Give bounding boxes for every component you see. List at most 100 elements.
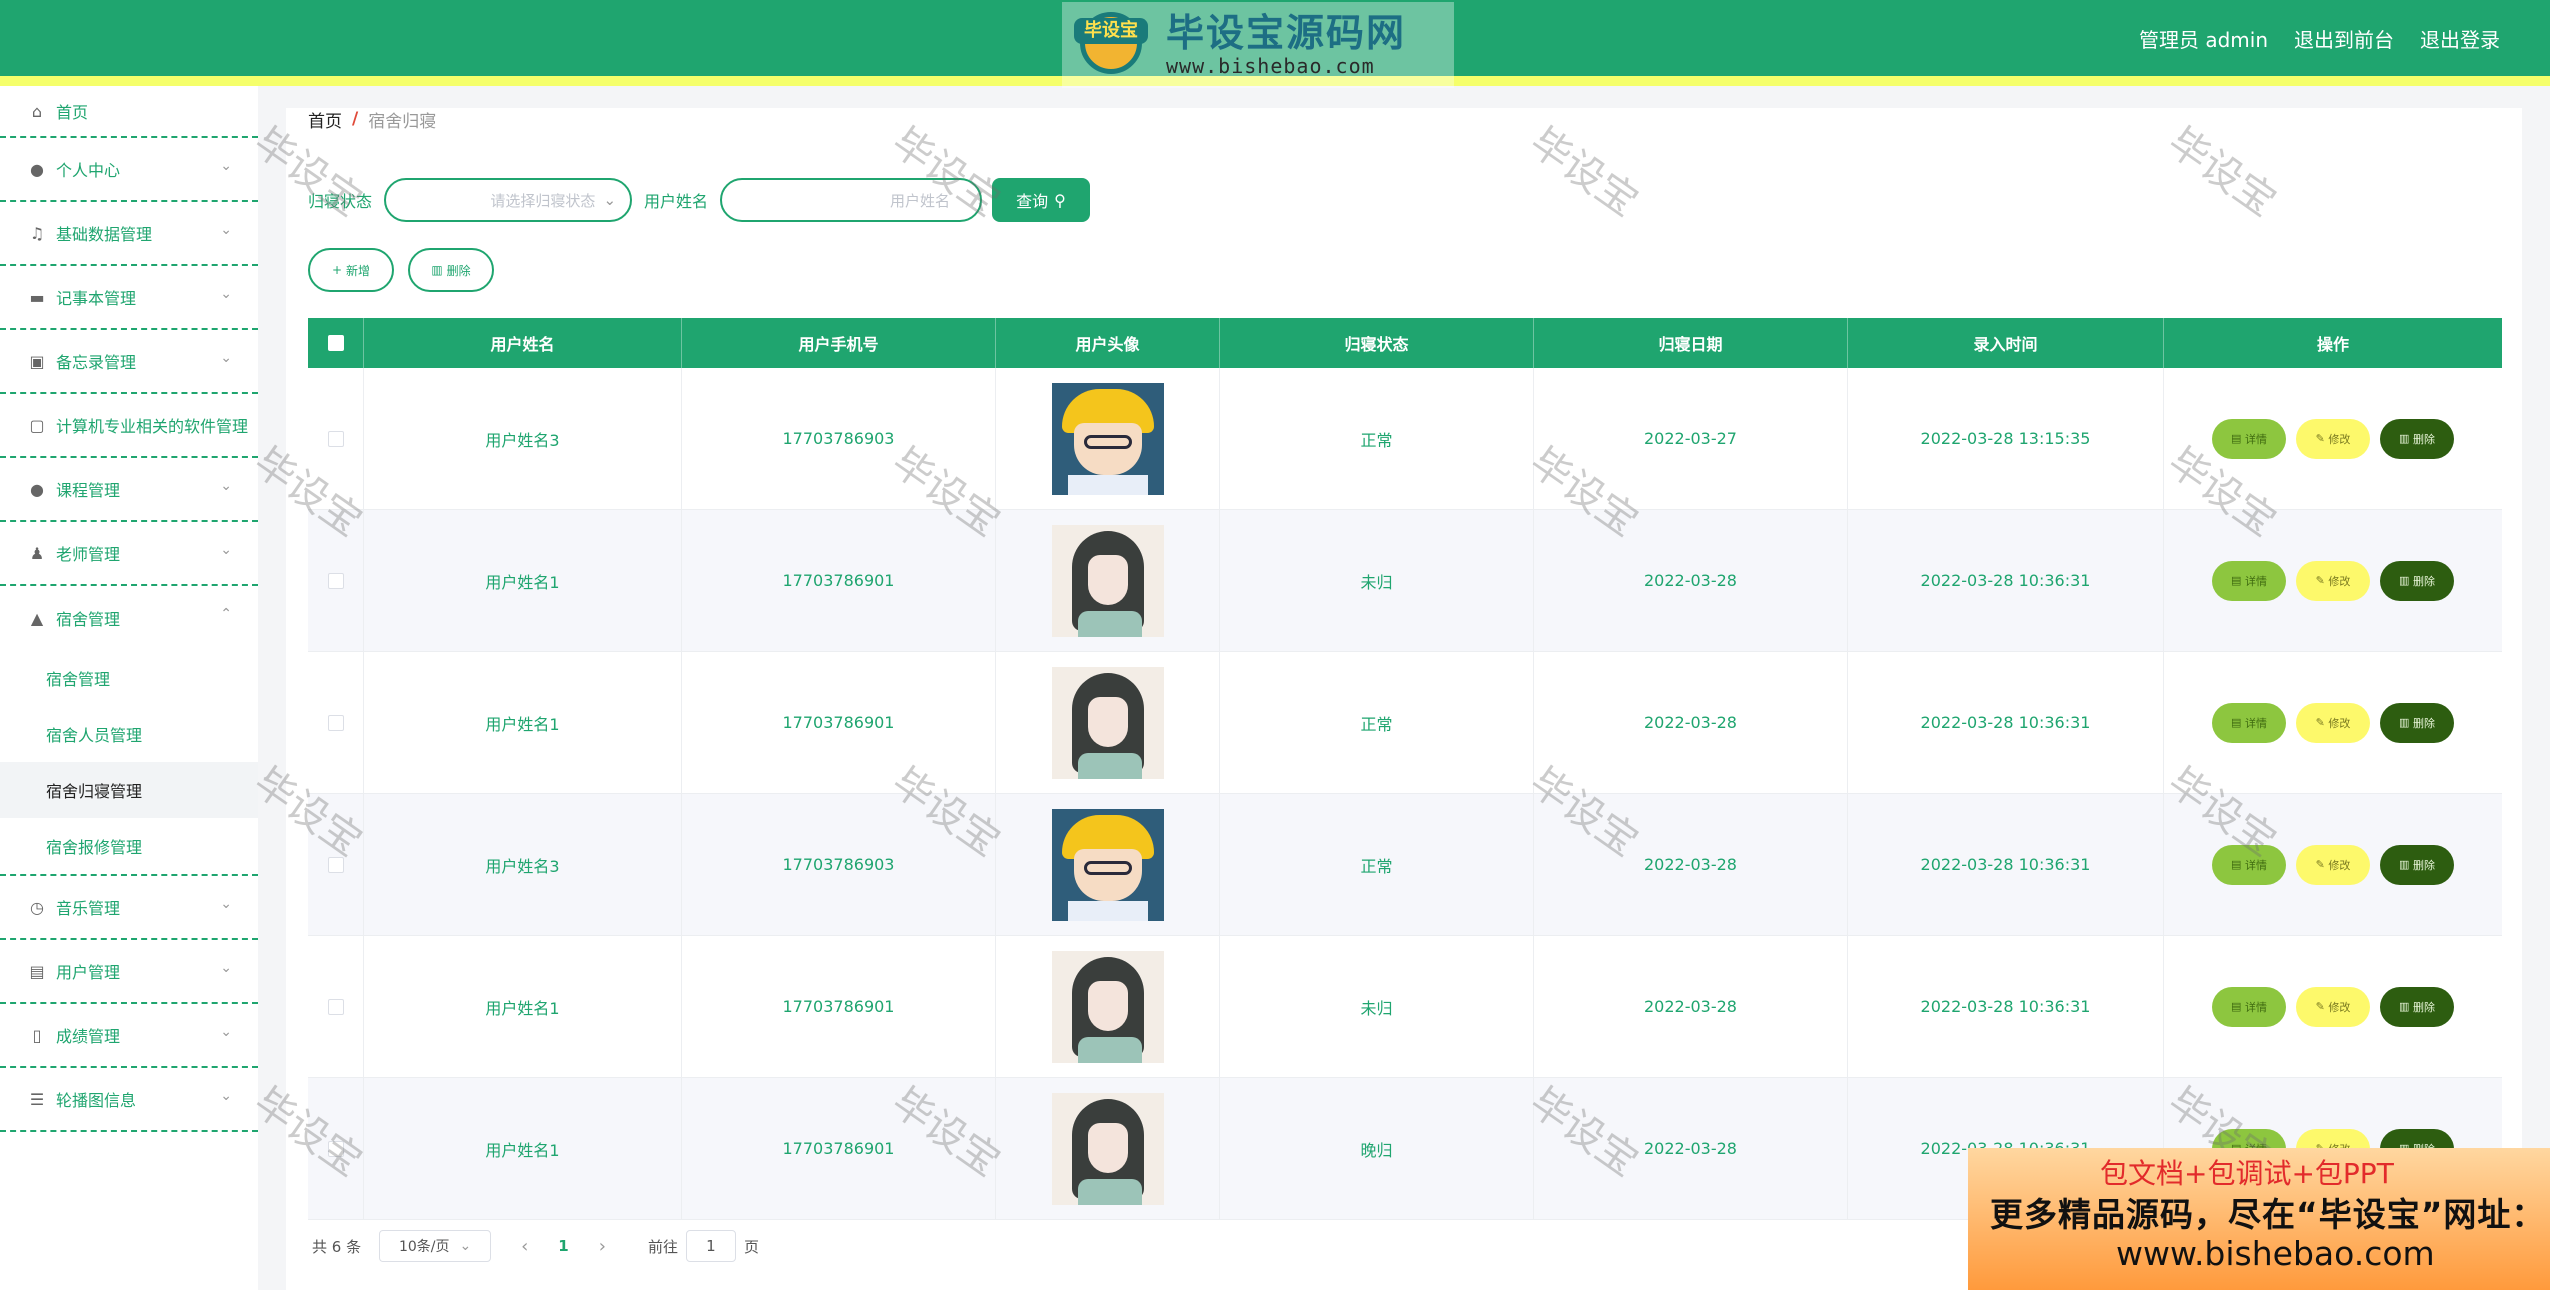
breadcrumb-current: 宿舍归寝 xyxy=(368,111,437,132)
detail-button[interactable]: ▤ 详情 xyxy=(2212,418,2286,459)
cell-phone: 17703786901 xyxy=(682,510,996,651)
bell-off-icon: ♫ xyxy=(29,223,45,243)
table-row: 用户姓名3 17703786903 正常 2022-03-28 2022-03-… xyxy=(308,794,2502,936)
sidebar-item-dorm[interactable]: ▲ 宿舍管理 ⌃ xyxy=(0,586,258,650)
girl-avatar xyxy=(1051,524,1164,637)
page-size-select[interactable]: 10条/页 ⌄ xyxy=(379,1230,492,1262)
edit-label: 修改 xyxy=(2328,1000,2351,1014)
delete-button[interactable]: ▥ 删除 xyxy=(2380,418,2454,459)
sidebar-item-basic-data[interactable]: ♫ 基础数据管理 ⌄ xyxy=(0,202,258,266)
cell-status: 未归 xyxy=(1220,510,1534,651)
cell-name: 用户姓名1 xyxy=(364,652,682,793)
action-buttons: + 新增 ▥ 删除 xyxy=(308,248,494,292)
sidebar-item-notebook[interactable]: ▬ 记事本管理 ⌄ xyxy=(0,266,258,330)
submenu-item-dorm-repair[interactable]: 宿舍报修管理 xyxy=(0,818,258,874)
cell-name: 用户姓名1 xyxy=(364,1078,682,1219)
goto-page: 前往 1 页 xyxy=(648,1230,759,1262)
status-select-placeholder: 请选择归寝状态 xyxy=(490,191,596,210)
breadcrumb-home[interactable]: 首页 xyxy=(308,107,342,132)
trash-icon: ▥ xyxy=(2399,432,2410,445)
table-row: 用户姓名1 17703786901 正常 2022-03-28 2022-03-… xyxy=(308,652,2502,794)
phone-icon: ▯ xyxy=(32,1025,42,1045)
row-checkbox[interactable] xyxy=(327,1140,344,1157)
breadcrumb-separator: / xyxy=(352,109,359,129)
detail-button[interactable]: ▤ 详情 xyxy=(2212,702,2286,743)
delete-button[interactable]: ▥ 删除 xyxy=(2380,560,2454,601)
status-select[interactable]: 请选择归寝状态 ⌄ xyxy=(384,178,633,222)
column-header: 用户手机号 xyxy=(682,318,996,368)
trash-icon: ▥ xyxy=(2399,574,2410,587)
plus-icon: + xyxy=(331,263,343,277)
page-number-current[interactable]: 1 xyxy=(558,1237,568,1255)
delete-button[interactable]: ▥ 删除 xyxy=(2380,702,2454,743)
column-header: 归寝状态 xyxy=(1220,318,1534,368)
detail-label: 详情 xyxy=(2244,1000,2267,1014)
detail-label: 详情 xyxy=(2244,432,2267,446)
search-form: 归寝状态 请选择归寝状态 ⌄ 用户姓名 用户姓名 查询 ⚲ xyxy=(308,178,1091,222)
sidebar-item-label: 课程管理 xyxy=(56,481,121,500)
query-button[interactable]: 查询 ⚲ xyxy=(992,178,1091,222)
cell-phone: 17703786903 xyxy=(682,794,996,935)
add-button[interactable]: + 新增 xyxy=(308,248,394,292)
edit-button[interactable]: ✎ 修改 xyxy=(2296,844,2370,885)
next-page-icon[interactable]: › xyxy=(599,1236,606,1257)
exit-to-front-link[interactable]: 退出到前台 xyxy=(2294,24,2394,53)
chevron-down-icon: ⌄ xyxy=(220,350,232,366)
edit-button[interactable]: ✎ 修改 xyxy=(2296,560,2370,601)
row-checkbox[interactable] xyxy=(327,714,344,731)
sidebar-item-carousel[interactable]: ☰ 轮播图信息 ⌄ xyxy=(0,1068,258,1132)
cell-name: 用户姓名1 xyxy=(364,936,682,1077)
header-user-menu: 管理员 admin 退出到前台 退出登录 xyxy=(2139,24,2500,53)
row-checkbox[interactable] xyxy=(327,430,344,447)
promo-line-3: www.bishebao.com xyxy=(2116,1234,2435,1273)
detail-button[interactable]: ▤ 详情 xyxy=(2212,986,2286,1027)
prev-page-icon[interactable]: ‹ xyxy=(521,1236,528,1257)
sidebar-item-course[interactable]: ● 课程管理 ⌄ xyxy=(0,458,258,522)
delete-button[interactable]: ▥ 删除 xyxy=(2380,844,2454,885)
logout-link[interactable]: 退出登录 xyxy=(2420,24,2500,53)
chevron-down-icon: ⌄ xyxy=(220,542,232,558)
detail-button[interactable]: ▤ 详情 xyxy=(2212,844,2286,885)
delete-button[interactable]: ▥ 删除 xyxy=(2380,986,2454,1027)
detail-label: 详情 xyxy=(2244,716,2267,730)
submenu-item-dorm-return[interactable]: 宿舍归寝管理 xyxy=(0,762,258,818)
cell-name: 用户姓名3 xyxy=(364,368,682,509)
cell-name: 用户姓名1 xyxy=(364,510,682,651)
dorm-submenu: 宿舍管理 宿舍人员管理 宿舍归寝管理 宿舍报修管理 xyxy=(0,650,258,876)
sidebar-item-teacher[interactable]: ♟ 老师管理 ⌄ xyxy=(0,522,258,586)
submenu-item-dorm-people[interactable]: 宿舍人员管理 xyxy=(0,706,258,762)
sidebar-item-user[interactable]: ▤ 用户管理 ⌄ xyxy=(0,940,258,1004)
name-input[interactable]: 用户姓名 xyxy=(720,178,983,222)
batch-delete-button[interactable]: ▥ 删除 xyxy=(408,248,494,292)
submenu-item-dorm[interactable]: 宿舍管理 xyxy=(0,650,258,706)
chevron-down-icon: ⌄ xyxy=(459,1238,472,1254)
detail-button[interactable]: ▤ 详情 xyxy=(2212,560,2286,601)
edit-button[interactable]: ✎ 修改 xyxy=(2296,702,2370,743)
add-button-label: 新增 xyxy=(346,263,371,278)
edit-button[interactable]: ✎ 修改 xyxy=(2296,418,2370,459)
sidebar-item-software[interactable]: ▢ 计算机专业相关的软件管理 xyxy=(0,394,258,458)
girl-avatar xyxy=(1051,1092,1164,1205)
status-label: 归寝状态 xyxy=(308,192,373,211)
sidebar-item-memo[interactable]: ▣ 备忘录管理 ⌄ xyxy=(0,330,258,394)
sidebar-item-profile[interactable]: ● 个人中心 ⌄ xyxy=(0,138,258,202)
admin-label: 管理员 admin xyxy=(2138,28,2268,52)
trash-icon: ▥ xyxy=(2399,858,2410,871)
edit-label: 修改 xyxy=(2328,574,2351,588)
sidebar-item-home[interactable]: ⌂ 首页 xyxy=(0,86,258,138)
sidebar-item-label: 基础数据管理 xyxy=(56,225,153,244)
edit-button[interactable]: ✎ 修改 xyxy=(2296,986,2370,1027)
delete-label: 删除 xyxy=(2412,858,2435,872)
row-checkbox[interactable] xyxy=(327,998,344,1015)
goto-page-input[interactable]: 1 xyxy=(685,1230,736,1262)
column-header: 操作 xyxy=(2316,335,2349,354)
sidebar-item-score[interactable]: ▯ 成绩管理 ⌄ xyxy=(0,1004,258,1068)
row-checkbox[interactable] xyxy=(327,856,344,873)
delete-label: 删除 xyxy=(2412,716,2435,730)
sidebar-item-music[interactable]: ◷ 音乐管理 ⌄ xyxy=(0,876,258,940)
select-all-checkbox[interactable] xyxy=(327,335,344,351)
girl-avatar xyxy=(1051,666,1164,779)
chevron-down-icon: ⌄ xyxy=(220,1024,232,1040)
detail-icon: ▤ xyxy=(2231,1000,2242,1013)
row-checkbox[interactable] xyxy=(327,572,344,589)
